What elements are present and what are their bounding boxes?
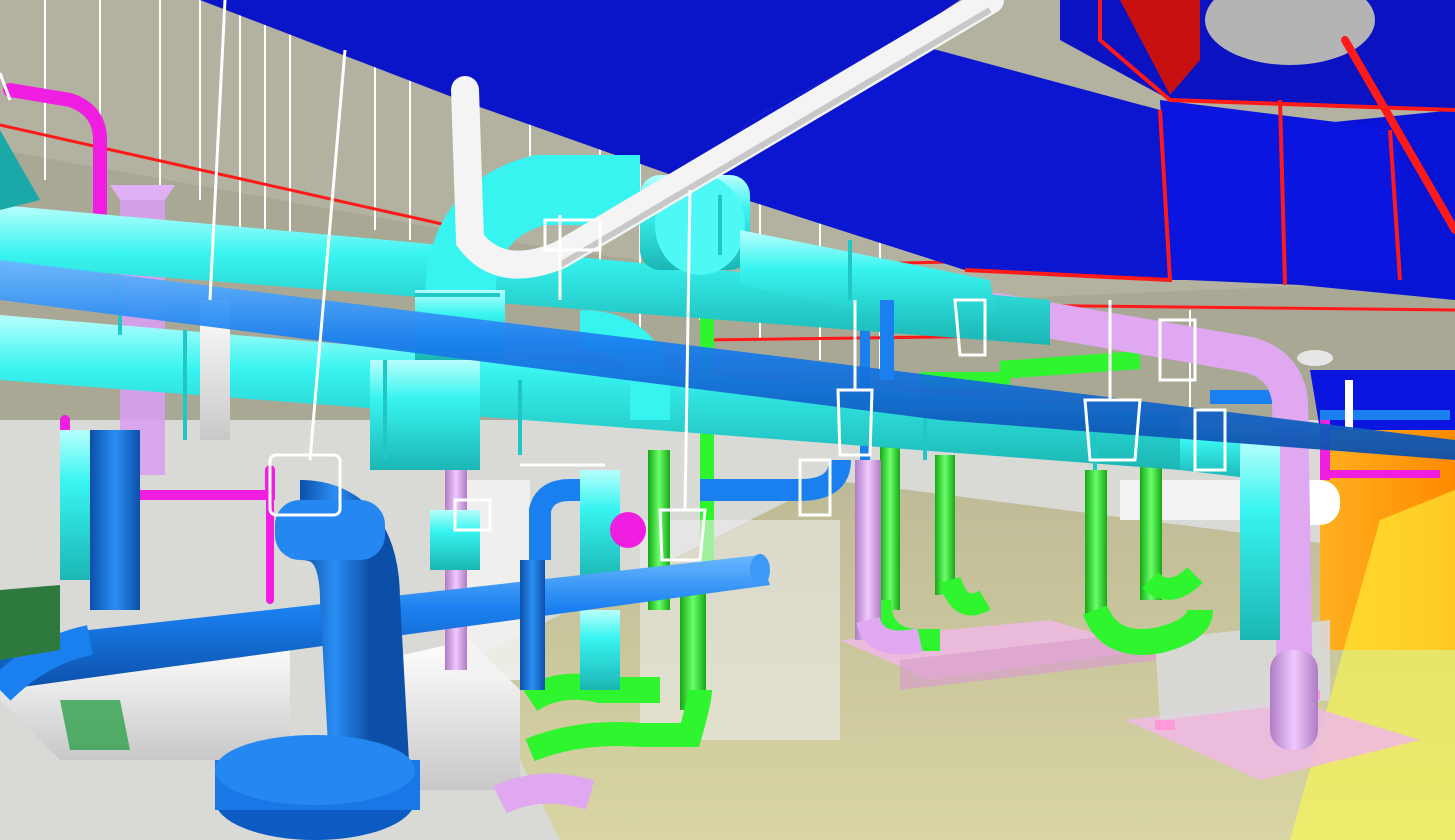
valve-magenta (610, 512, 646, 548)
bim-scene (0, 0, 1455, 840)
diffuser-small (1297, 350, 1333, 366)
